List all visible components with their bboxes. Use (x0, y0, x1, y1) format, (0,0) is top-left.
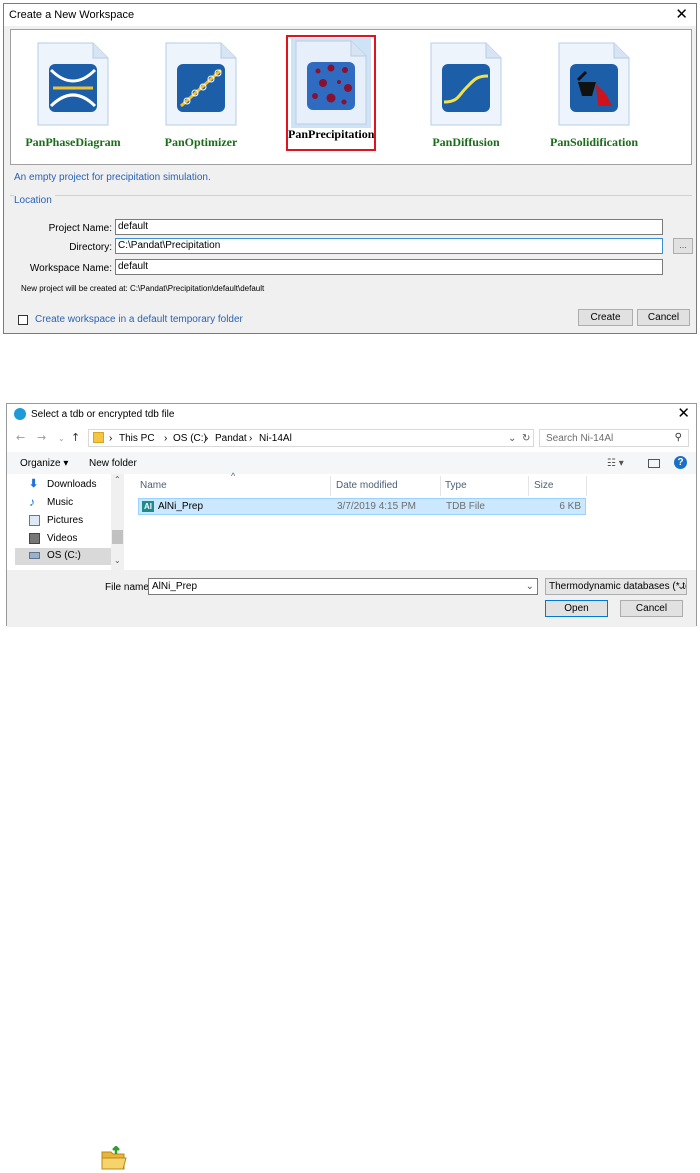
organize-button[interactable]: Organize ▾ (20, 458, 68, 469)
column-header-date[interactable]: Date modified (336, 480, 398, 491)
nav-item-pictures[interactable]: Pictures (15, 513, 118, 530)
create-button[interactable]: Create (578, 309, 633, 326)
view-options-icon[interactable]: ☷ ▾ (607, 458, 624, 469)
template-pansolidification[interactable]: PanSolidification (541, 40, 647, 152)
template-label: PanOptimizer (164, 135, 238, 149)
template-pandiffusion[interactable]: PanDiffusion (413, 40, 519, 152)
file-size: 6 KB (559, 501, 581, 512)
recent-chevron-icon[interactable]: ⌄ (58, 434, 65, 443)
template-description: An empty project for precipitation simul… (14, 172, 211, 183)
diffusion-icon (430, 42, 502, 126)
template-label: PanPhaseDiagram (25, 135, 121, 149)
search-input[interactable]: Search Ni-14Al ⚲ (539, 429, 689, 447)
cancel-button[interactable]: Cancel (637, 309, 690, 326)
cancel-button[interactable]: Cancel (620, 600, 683, 617)
workspace-name-label: Workspace Name: (29, 263, 112, 274)
breadcrumb-item[interactable]: Pandat (215, 433, 247, 444)
column-header-type[interactable]: Type (445, 480, 467, 491)
file-name: AlNi_Prep (158, 501, 204, 512)
nav-item-music[interactable]: ♪ Music (15, 495, 118, 512)
template-gallery: PanPhaseDiagram PanOptimizer PanPrecipit… (10, 29, 692, 165)
scroll-up-icon[interactable]: ⌃ (114, 475, 121, 484)
open-button[interactable]: Open (545, 600, 608, 617)
breadcrumb-item[interactable]: Ni-14Al (259, 433, 292, 444)
app-icon (14, 408, 26, 420)
new-project-path-note: New project will be created at: C:\Panda… (21, 284, 265, 293)
address-bar[interactable]: › This PC › OS (C:) › Pandat › Ni-14Al ⌄… (88, 429, 534, 447)
file-row[interactable]: Al AlNi_Prep 3/7/2019 4:15 PM TDB File 6… (138, 498, 586, 515)
folder-icon (93, 432, 104, 443)
select-tdb-file-dialog: Select a tdb or encrypted tdb file ✕ ← →… (6, 403, 697, 627)
file-type-select[interactable]: Thermodynamic databases (*.td (545, 578, 687, 595)
open-folder-icon[interactable] (100, 1146, 128, 1172)
workspace-name-field[interactable]: default (115, 259, 663, 275)
dialog-title: Create a New Workspace (9, 9, 135, 21)
download-icon: ⬇ (29, 478, 39, 490)
template-label: PanSolidification (549, 135, 638, 149)
template-label: PanPrecipitation (288, 127, 375, 141)
search-placeholder: Search Ni-14Al (546, 433, 614, 444)
close-button[interactable]: ✕ (675, 7, 688, 22)
back-arrow-icon[interactable]: ← (16, 431, 25, 444)
location-legend: Location (14, 195, 55, 206)
file-dialog-footer: File name: AlNi_Prep ⌄ Thermodynamic dat… (7, 570, 696, 627)
breadcrumb-item[interactable]: OS (C:) (173, 433, 207, 444)
file-type-value: Thermodynamic databases (*.td (549, 581, 687, 592)
file-name-value: AlNi_Prep (152, 581, 198, 592)
template-label: PanDiffusion (432, 135, 500, 149)
column-header-name[interactable]: Name (140, 480, 167, 491)
precipitation-icon (291, 38, 371, 128)
template-panoptimizer[interactable]: PanOptimizer (148, 40, 254, 152)
nav-scrollbar[interactable]: ⌃ ⌄ (111, 474, 124, 570)
music-icon: ♪ (29, 495, 35, 509)
close-button[interactable]: ✕ (677, 406, 690, 421)
chevron-down-icon[interactable]: ⌄ (526, 579, 534, 594)
title-bar: Create a New Workspace ✕ (4, 4, 696, 26)
pictures-icon (29, 515, 40, 526)
temp-folder-checkbox[interactable] (18, 315, 28, 325)
scroll-down-icon[interactable]: ⌄ (114, 556, 121, 565)
phase-diagram-icon (37, 42, 109, 126)
browse-button[interactable]: ... (673, 238, 693, 254)
solidification-icon (558, 42, 630, 126)
temp-folder-label[interactable]: Create workspace in a default temporary … (35, 314, 243, 325)
optimizer-icon (165, 42, 237, 126)
navigation-pane: ⬇ Downloads ♪ Music Pictures Videos OS (… (7, 474, 124, 570)
file-name-input[interactable]: AlNi_Prep ⌄ (148, 578, 538, 595)
search-icon: ⚲ (674, 432, 682, 443)
new-folder-button[interactable]: New folder (89, 458, 137, 469)
forward-arrow-icon[interactable]: → (37, 431, 46, 444)
scroll-thumb[interactable] (112, 530, 123, 544)
command-bar: Organize ▾ New folder ☷ ▾ ? (7, 452, 696, 474)
dropdown-chevron-icon[interactable]: ⌄ (508, 433, 516, 444)
file-date: 3/7/2019 4:15 PM (337, 501, 416, 512)
directory-field[interactable]: C:\Pandat\Precipitation (115, 238, 663, 254)
dialog-title: Select a tdb or encrypted tdb file (31, 409, 175, 420)
tdb-file-icon: Al (142, 501, 154, 512)
drive-icon (29, 552, 40, 559)
nav-item-downloads[interactable]: ⬇ Downloads (15, 477, 118, 494)
chevron-down-icon[interactable]: ⌄ (677, 581, 685, 592)
create-workspace-dialog: Create a New Workspace ✕ PanPhaseDiagram (3, 3, 697, 334)
template-panprecipitation[interactable]: PanPrecipitation (286, 35, 376, 151)
nav-item-videos[interactable]: Videos (15, 531, 118, 548)
refresh-icon[interactable]: ↻ (522, 433, 530, 444)
breadcrumb-item[interactable]: This PC (119, 433, 155, 444)
help-icon[interactable]: ? (674, 456, 687, 469)
nav-item-os-c[interactable]: OS (C:) (15, 548, 118, 565)
directory-label: Directory: (69, 242, 112, 253)
project-name-field[interactable]: default (115, 219, 663, 235)
column-header-size[interactable]: Size (534, 480, 553, 491)
file-name-label: File name: (105, 582, 152, 593)
file-type: TDB File (446, 501, 485, 512)
preview-pane-icon[interactable] (648, 459, 660, 468)
project-name-label: Project Name: (48, 223, 112, 234)
template-panphasediagram[interactable]: PanPhaseDiagram (20, 40, 126, 152)
videos-icon (29, 533, 40, 544)
sort-chevron-icon: ^ (231, 471, 236, 481)
up-arrow-icon[interactable]: ↑ (71, 431, 80, 444)
